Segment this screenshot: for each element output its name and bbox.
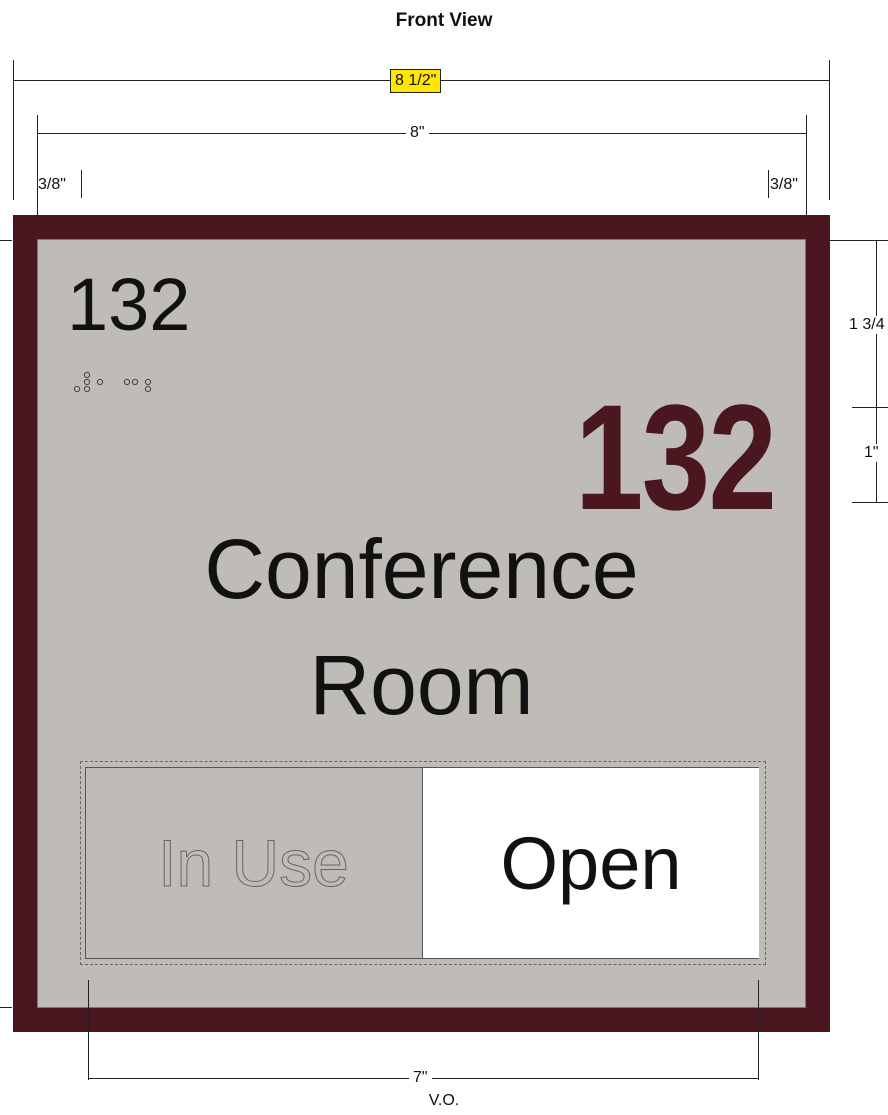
overall-ext-left [13,60,14,200]
right-ext-bottom [852,502,888,503]
status-in-use: In Use [158,826,350,901]
right-dim-line [876,240,877,502]
overall-ext-right [829,60,830,200]
number-height-label: 1" [860,444,883,462]
left-ext-bottom [0,1007,12,1008]
room-name-line1: Conference [204,522,639,616]
border-right-tick [768,170,769,198]
right-ext-top [830,240,888,241]
status-open: Open [422,768,759,958]
overall-width-label: 8 1/2" [390,69,442,93]
border-right-label: 3/8" [770,176,798,193]
window-width-label: 7" [409,1069,432,1087]
window-ext-left [88,980,89,1080]
room-number-visual: 132 [574,373,777,541]
braille-icon [72,370,172,401]
face-ext-left [37,115,38,215]
face-ext-right [806,115,807,215]
border-left-tick [81,170,82,198]
right-ext-mid [852,407,888,408]
top-to-number-label: 1 3/4 [845,316,888,334]
window-note-label: V.O. [428,1092,460,1109]
border-left-label: 3/8" [38,176,66,193]
window-ext-right [758,980,759,1080]
left-ext-top [0,240,12,241]
view-title: Front View [395,10,493,31]
face-width-label: 8" [406,124,429,142]
room-name-line2: Room [309,638,534,732]
room-number-tactile: 132 [67,263,191,346]
